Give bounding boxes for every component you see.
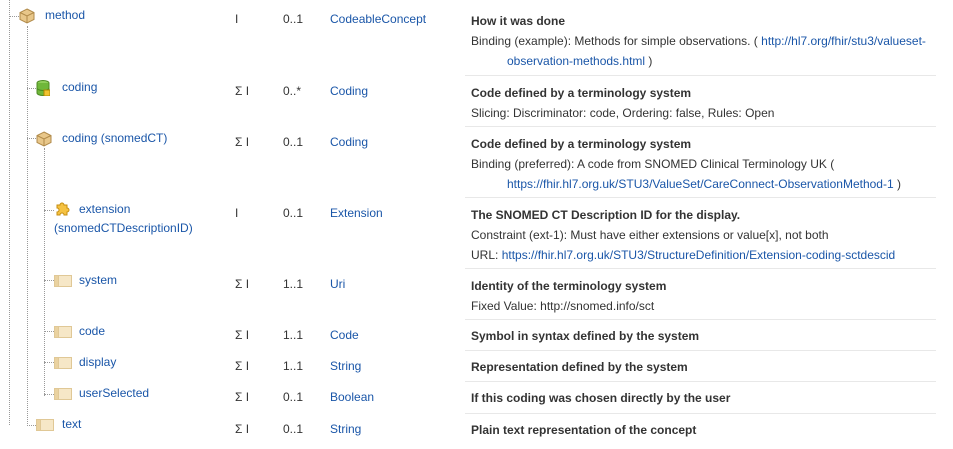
description-title: Code defined by a terminology system bbox=[471, 137, 692, 151]
description-text: URL: bbox=[471, 248, 502, 262]
table-row: coding Σ I 0..* Coding Code defined by a… bbox=[0, 76, 953, 127]
table-row: code Σ I 1..1 Code Symbol in syntax defi… bbox=[0, 320, 953, 351]
flags: I bbox=[235, 12, 239, 26]
element-cube-icon bbox=[36, 131, 52, 147]
flags: Σ I bbox=[235, 422, 250, 436]
description: Symbol in syntax defined by the system bbox=[471, 326, 941, 346]
type-link[interactable]: Extension bbox=[330, 204, 383, 223]
cardinality: 0..1 bbox=[283, 206, 304, 220]
type-link[interactable]: String bbox=[330, 420, 361, 439]
flags: Σ I bbox=[235, 135, 250, 149]
table-row: coding (snomedCT) Σ I 0..1 Coding Code d… bbox=[0, 127, 953, 198]
description-title: Plain text representation of the concept bbox=[471, 423, 697, 437]
extension-puzzle-icon bbox=[56, 202, 70, 216]
primitive-field-icon bbox=[54, 388, 72, 400]
cardinality: 1..1 bbox=[283, 277, 304, 291]
type-link[interactable]: Uri bbox=[330, 275, 345, 294]
cardinality: 1..1 bbox=[283, 359, 304, 373]
description-text: Binding (example): Methods for simple ob… bbox=[471, 34, 762, 48]
element-name-link[interactable]: text bbox=[62, 415, 81, 434]
primitive-field-icon bbox=[54, 357, 72, 369]
description-title: Code defined by a terminology system bbox=[471, 86, 692, 100]
table-row: extension (snomedCTDescriptionID) I 0..1… bbox=[0, 198, 953, 269]
description-text: ) bbox=[645, 54, 653, 68]
type-link[interactable]: Coding bbox=[330, 133, 368, 152]
cardinality: 0..* bbox=[283, 84, 302, 98]
table-row: method I 0..1 CodeableConcept How it was… bbox=[0, 0, 953, 76]
cardinality: 0..1 bbox=[283, 390, 304, 404]
element-name-link[interactable]: coding (snomedCT) bbox=[62, 129, 167, 148]
binding-link[interactable]: observation-methods.html bbox=[507, 54, 645, 68]
type-link[interactable]: Code bbox=[330, 326, 359, 345]
binding-link[interactable]: http://hl7.org/fhir/stu3/valueset- bbox=[761, 34, 926, 48]
description: Representation defined by the system bbox=[471, 357, 941, 377]
description: How it was done Binding (example): Metho… bbox=[471, 11, 941, 71]
cardinality: 0..1 bbox=[283, 422, 304, 436]
primitive-field-icon bbox=[54, 326, 72, 338]
cardinality: 1..1 bbox=[283, 328, 304, 342]
description-text: Slicing: Discriminator: code, Ordering: … bbox=[471, 106, 775, 120]
element-name-link[interactable]: method bbox=[45, 6, 85, 25]
description-title: How it was done bbox=[471, 14, 566, 28]
element-name-link[interactable]: display bbox=[79, 353, 116, 372]
cardinality: 0..1 bbox=[283, 135, 304, 149]
primitive-field-icon bbox=[54, 275, 72, 287]
slice-database-icon bbox=[36, 80, 50, 96]
description: Code defined by a terminology system Sli… bbox=[471, 83, 941, 123]
description: Plain text representation of the concept bbox=[471, 420, 941, 440]
element-name-link[interactable]: system bbox=[79, 271, 117, 290]
flags: Σ I bbox=[235, 84, 250, 98]
description-text: Binding (preferred): A code from SNOMED … bbox=[471, 157, 835, 171]
element-name-link[interactable]: userSelected bbox=[79, 384, 149, 403]
description: If this coding was chosen directly by th… bbox=[471, 388, 941, 408]
primitive-field-icon bbox=[36, 419, 54, 431]
extension-url-link[interactable]: https://fhir.hl7.org.uk/STU3/StructureDe… bbox=[502, 248, 896, 262]
table-row: system Σ I 1..1 Uri Identity of the term… bbox=[0, 269, 953, 320]
description-title: Symbol in syntax defined by the system bbox=[471, 329, 700, 343]
description-text: Constraint (ext-1): Must have either ext… bbox=[471, 228, 829, 242]
type-link[interactable]: Boolean bbox=[330, 388, 374, 407]
flags: Σ I bbox=[235, 277, 250, 291]
table-row: display Σ I 1..1 String Representation d… bbox=[0, 351, 953, 382]
flags: Σ I bbox=[235, 390, 250, 404]
table-row: text Σ I 0..1 String Plain text represen… bbox=[0, 414, 953, 449]
type-link[interactable]: Coding bbox=[330, 82, 368, 101]
flags: I bbox=[235, 206, 239, 220]
element-cube-icon bbox=[19, 8, 35, 24]
description-title: The SNOMED CT Description ID for the dis… bbox=[471, 208, 741, 222]
description-title: Representation defined by the system bbox=[471, 360, 688, 374]
element-name-link[interactable]: extension bbox=[79, 200, 130, 219]
element-name-link[interactable]: coding bbox=[62, 78, 97, 97]
description-text: ) bbox=[893, 177, 901, 191]
flags: Σ I bbox=[235, 359, 250, 373]
binding-link[interactable]: https://fhir.hl7.org.uk/STU3/ValueSet/Ca… bbox=[507, 177, 894, 191]
description: Code defined by a terminology system Bin… bbox=[471, 134, 941, 194]
description: Identity of the terminology system Fixed… bbox=[471, 276, 941, 316]
element-name-link[interactable]: (snomedCTDescriptionID) bbox=[54, 219, 193, 238]
type-link[interactable]: CodeableConcept bbox=[330, 10, 426, 29]
table-row: userSelected Σ I 0..1 Boolean If this co… bbox=[0, 382, 953, 414]
description-text: Fixed Value: http://snomed.info/sct bbox=[471, 299, 655, 313]
description-title: Identity of the terminology system bbox=[471, 279, 667, 293]
flags: Σ I bbox=[235, 328, 250, 342]
description: The SNOMED CT Description ID for the dis… bbox=[471, 205, 941, 265]
element-name-link[interactable]: code bbox=[79, 322, 105, 341]
cardinality: 0..1 bbox=[283, 12, 304, 26]
type-link[interactable]: String bbox=[330, 357, 361, 376]
description-title: If this coding was chosen directly by th… bbox=[471, 391, 731, 405]
